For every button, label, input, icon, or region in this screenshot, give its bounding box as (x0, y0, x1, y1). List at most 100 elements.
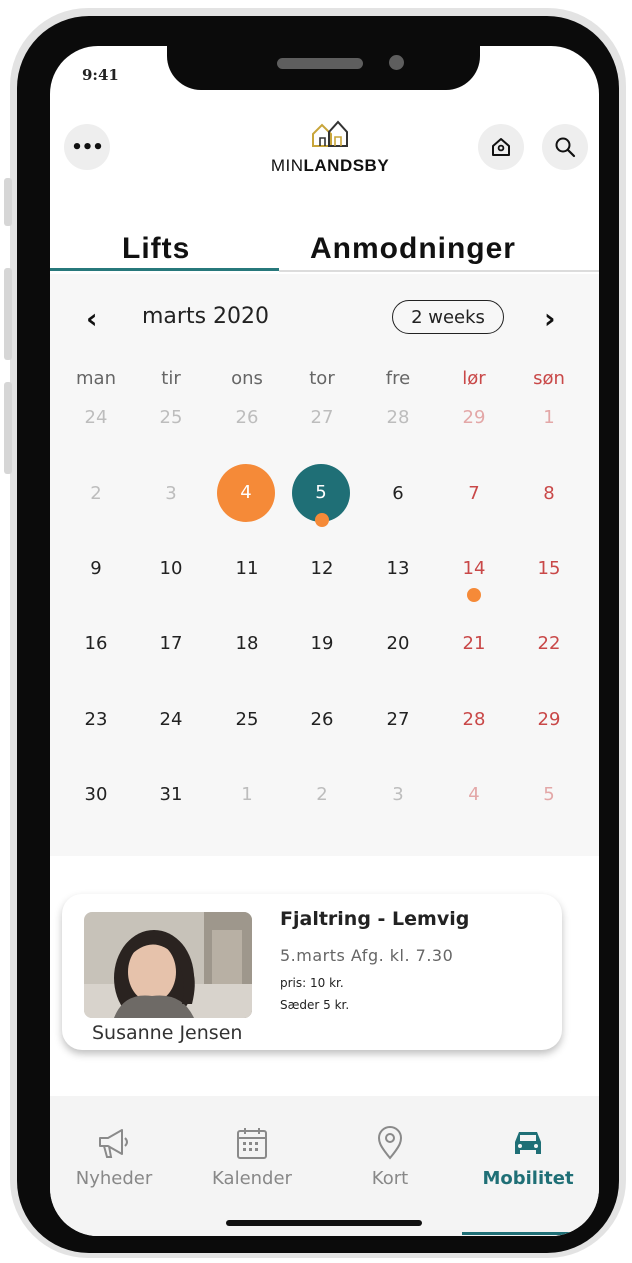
volume-down-button (4, 382, 12, 474)
nav-label: Kort (371, 1168, 409, 1189)
calendar-day[interactable]: 31 (141, 765, 201, 825)
calendar-icon (237, 1128, 267, 1159)
calendar-day[interactable]: 24 (141, 690, 201, 750)
nav-kort[interactable]: Kort (330, 1126, 450, 1189)
calendar-day[interactable]: 25 (141, 388, 201, 448)
nav-label: Nyheder (75, 1168, 153, 1189)
map-pin-icon (377, 1126, 403, 1160)
calendar-day[interactable]: 21 (444, 614, 504, 674)
calendar-day[interactable]: 3 (368, 765, 428, 825)
nav-mobilitet[interactable]: Mobilitet (468, 1126, 588, 1189)
calendar-day[interactable]: 15 (519, 539, 579, 599)
bottom-navigation: Nyheder Kalender Kort Mobilitet (50, 1096, 599, 1236)
active-tab-indicator (50, 268, 279, 271)
calendar-day[interactable]: 13 (368, 539, 428, 599)
nav-nyheder[interactable]: Nyheder (54, 1126, 174, 1189)
calendar-day[interactable]: 28 (444, 690, 504, 750)
logo-suffix: LANDSBY (303, 156, 390, 175)
calendar-day[interactable]: 17 (141, 614, 201, 674)
houses-logo-icon (312, 120, 348, 147)
calendar-day[interactable]: 2 (66, 464, 126, 524)
app-logo: MINLANDSBY (250, 118, 410, 176)
calendar-day[interactable]: 20 (368, 614, 428, 674)
search-icon (555, 137, 576, 158)
ride-route: Fjaltring - Lemvig (280, 908, 470, 930)
silent-switch (4, 178, 12, 226)
front-camera (389, 55, 404, 70)
logo-prefix: MIN (270, 156, 304, 175)
calendar-day[interactable]: 22 (519, 614, 579, 674)
weekday-label: søn (533, 368, 565, 389)
status-time: 9:41 (82, 66, 119, 84)
driver-name: Susanne Jensen (92, 1022, 243, 1044)
calendar-day[interactable]: 19 (292, 614, 352, 674)
more-menu-button[interactable]: ••• (64, 124, 110, 170)
ride-price: pris: 10 kr. (280, 976, 344, 990)
ride-departure: 5.marts Afg. kl. 7.30 (280, 946, 454, 965)
home-indicator[interactable] (226, 1220, 422, 1226)
weekday-label: tor (309, 368, 335, 389)
event-dot (467, 588, 481, 602)
calendar-day[interactable]: 28 (368, 388, 428, 448)
tab-anmodninger[interactable]: Anmodninger (310, 232, 516, 266)
calendar-day[interactable]: 30 (66, 765, 126, 825)
home-button[interactable] (478, 124, 524, 170)
calendar-day[interactable]: 11 (217, 539, 277, 599)
calendar-day[interactable]: 26 (217, 388, 277, 448)
car-icon (515, 1132, 541, 1154)
speaker-grille (277, 58, 363, 69)
notch (167, 46, 480, 90)
nav-label: Mobilitet (482, 1168, 574, 1189)
more-dots-icon: ••• (71, 136, 104, 158)
calendar-day[interactable]: 1 (519, 388, 579, 448)
nav-kalender[interactable]: Kalender (192, 1126, 312, 1189)
calendar-day[interactable]: 16 (66, 614, 126, 674)
calendar-day[interactable]: 29 (444, 388, 504, 448)
calendar-day[interactable]: 18 (217, 614, 277, 674)
calendar-day[interactable]: 27 (368, 690, 428, 750)
month-navigation: ‹ marts 2020 2 weeks › (50, 300, 599, 344)
app-screen: 9:41 ••• MINLANDSBY Lifts Anmodninger ‹ … (50, 46, 599, 1236)
calendar-day[interactable]: 1 (217, 765, 277, 825)
weekday-label: fre (385, 368, 411, 389)
active-nav-indicator (462, 1232, 570, 1235)
calendar-day[interactable]: 26 (292, 690, 352, 750)
range-toggle-button[interactable]: 2 weeks (392, 300, 504, 334)
weekday-label: lør (462, 368, 486, 389)
next-month-button[interactable]: › (544, 302, 556, 335)
weekday-label: tir (161, 368, 181, 389)
calendar-day[interactable]: 9 (66, 539, 126, 599)
weekday-label: man (76, 368, 116, 389)
volume-up-button (4, 268, 12, 360)
event-dot (315, 513, 329, 527)
calendar-day[interactable]: 12 (292, 539, 352, 599)
ride-seats: Sæder 5 kr. (280, 998, 350, 1012)
calendar-day[interactable]: 10 (141, 539, 201, 599)
calendar-day[interactable]: 4 (217, 464, 275, 522)
calendar-day[interactable]: 7 (444, 464, 504, 524)
calendar-day[interactable]: 5 (519, 765, 579, 825)
calendar-day[interactable]: 4 (444, 765, 504, 825)
calendar-day[interactable]: 6 (368, 464, 428, 524)
ride-card[interactable]: Susanne Jensen Fjaltring - Lemvig 5.mart… (62, 894, 562, 1050)
calendar-day[interactable]: 8 (519, 464, 579, 524)
calendar-day[interactable]: 24 (66, 388, 126, 448)
tab-lifts[interactable]: Lifts (122, 232, 190, 266)
nav-label: Kalender (212, 1168, 292, 1189)
driver-avatar-image (84, 912, 252, 1018)
weekday-label: ons (231, 368, 263, 389)
search-button[interactable] (542, 124, 588, 170)
calendar-day[interactable]: 27 (292, 388, 352, 448)
house-icon (492, 138, 510, 156)
calendar-day[interactable]: 2 (292, 765, 352, 825)
driver-photo (84, 912, 252, 1018)
prev-month-button[interactable]: ‹ (86, 302, 98, 335)
calendar-day[interactable]: 3 (141, 464, 201, 524)
calendar: ‹ marts 2020 2 weeks › man tir ons tor fre lø… (50, 274, 599, 856)
calendar-day[interactable]: 25 (217, 690, 277, 750)
tab-divider (279, 270, 599, 272)
megaphone-icon (99, 1129, 128, 1158)
calendar-day[interactable]: 29 (519, 690, 579, 750)
month-label: marts 2020 (142, 304, 270, 329)
calendar-day[interactable]: 23 (66, 690, 126, 750)
